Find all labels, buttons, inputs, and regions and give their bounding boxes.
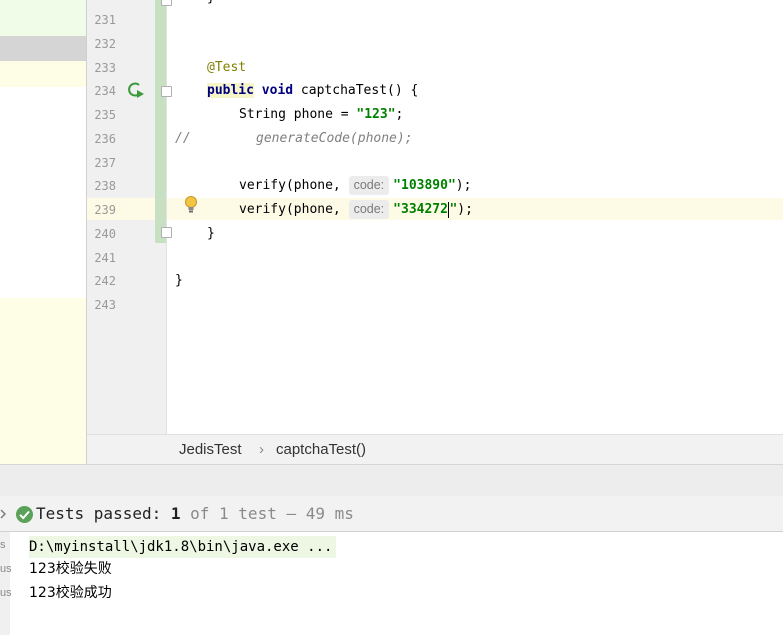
brace: } (207, 0, 215, 5)
tool-window-divider[interactable] (0, 464, 783, 496)
code-line[interactable]: } (207, 0, 215, 10)
code-line-240[interactable]: } (207, 222, 215, 246)
brace: } (207, 226, 215, 241)
project-tree-row[interactable] (0, 61, 86, 87)
console-gutter-label: us (0, 563, 12, 575)
line-number: 243 (94, 298, 116, 312)
line-number: 233 (94, 61, 116, 75)
lightbulb-icon[interactable] (184, 195, 198, 215)
string-literal: "334272 (393, 202, 448, 217)
breadcrumb-method[interactable]: captchaTest() (276, 441, 366, 458)
line-number: 239 (94, 203, 116, 217)
tests-detail: of 1 test – 49 ms (180, 504, 354, 523)
chevron-right-icon[interactable] (0, 507, 8, 521)
console-gutter-label: us (0, 587, 12, 599)
keyword-void: void (261, 83, 294, 98)
vcs-change-marker[interactable] (155, 0, 166, 243)
gutter-divider (166, 0, 167, 434)
console-output-line: 123校验成功 (29, 585, 112, 601)
code-line-235[interactable]: String phone = "123"; (239, 103, 403, 127)
fold-marker[interactable] (161, 86, 172, 97)
line-number: 242 (94, 274, 116, 288)
code-line-236-body[interactable]: generateCode(phone); (256, 127, 413, 151)
test-status-text: Tests passed: 1 of 1 test – 49 ms (36, 505, 354, 523)
line-number: 238 (94, 179, 116, 193)
console-gutter-label: s (0, 539, 6, 551)
check-circle-icon (16, 506, 33, 523)
line-number: 235 (94, 108, 116, 122)
fold-marker[interactable] (161, 227, 172, 238)
line-number: 234 (94, 84, 116, 98)
comment-body: generateCode(phone); (256, 131, 413, 146)
project-tree-row-selected[interactable] (0, 36, 86, 61)
project-tree-row[interactable] (0, 0, 86, 36)
line-number: 237 (94, 156, 116, 170)
line-number: 241 (94, 251, 116, 265)
string-literal: "103890" (393, 178, 456, 193)
string-literal: "123" (356, 107, 396, 122)
code-line-236[interactable]: // (175, 127, 191, 151)
parameter-hint: code: (348, 200, 390, 219)
keyword-public: public (207, 83, 254, 98)
breadcrumb-class[interactable]: JedisTest (179, 441, 242, 458)
line-number: 240 (94, 227, 116, 241)
close-paren: ); (457, 202, 473, 217)
method-signature: captchaTest() { (293, 83, 419, 98)
annotation: @Test (207, 60, 247, 75)
parameter-hint: code: (348, 176, 390, 195)
statement: String phone = (239, 107, 357, 122)
tests-passed-label: Tests passed: (36, 504, 171, 523)
code-line-242[interactable]: } (175, 269, 183, 293)
code-line-239[interactable]: verify(phone, code: "334272 "); (239, 198, 473, 222)
breadcrumb-separator: › (259, 441, 264, 458)
brace: } (175, 273, 183, 288)
line-number: 236 (94, 132, 116, 146)
code-line-233[interactable]: @Test (207, 56, 246, 80)
console-output-line: 123校验失败 (29, 561, 112, 577)
code-line-238[interactable]: verify(phone, code: "103890"); (239, 174, 471, 198)
console-command-line[interactable]: D:\myinstall\jdk1.8\bin\java.exe ... (29, 536, 337, 558)
breadcrumb: JedisTest › captchaTest() (87, 434, 783, 464)
method-call: verify(phone, (239, 202, 341, 217)
line-number: 231 (94, 13, 116, 27)
tests-passed-count: 1 (170, 504, 181, 523)
method-call: verify(phone, (239, 178, 341, 193)
project-tree-row[interactable] (0, 298, 86, 464)
code-line-234[interactable]: public void captchaTest() { (207, 79, 418, 103)
semicolon: ; (395, 107, 404, 122)
run-gutter-icon[interactable] (125, 81, 145, 99)
fold-marker[interactable] (161, 0, 172, 6)
close-paren: ); (455, 178, 472, 193)
comment-prefix: // (175, 131, 191, 146)
line-number: 232 (94, 37, 116, 51)
